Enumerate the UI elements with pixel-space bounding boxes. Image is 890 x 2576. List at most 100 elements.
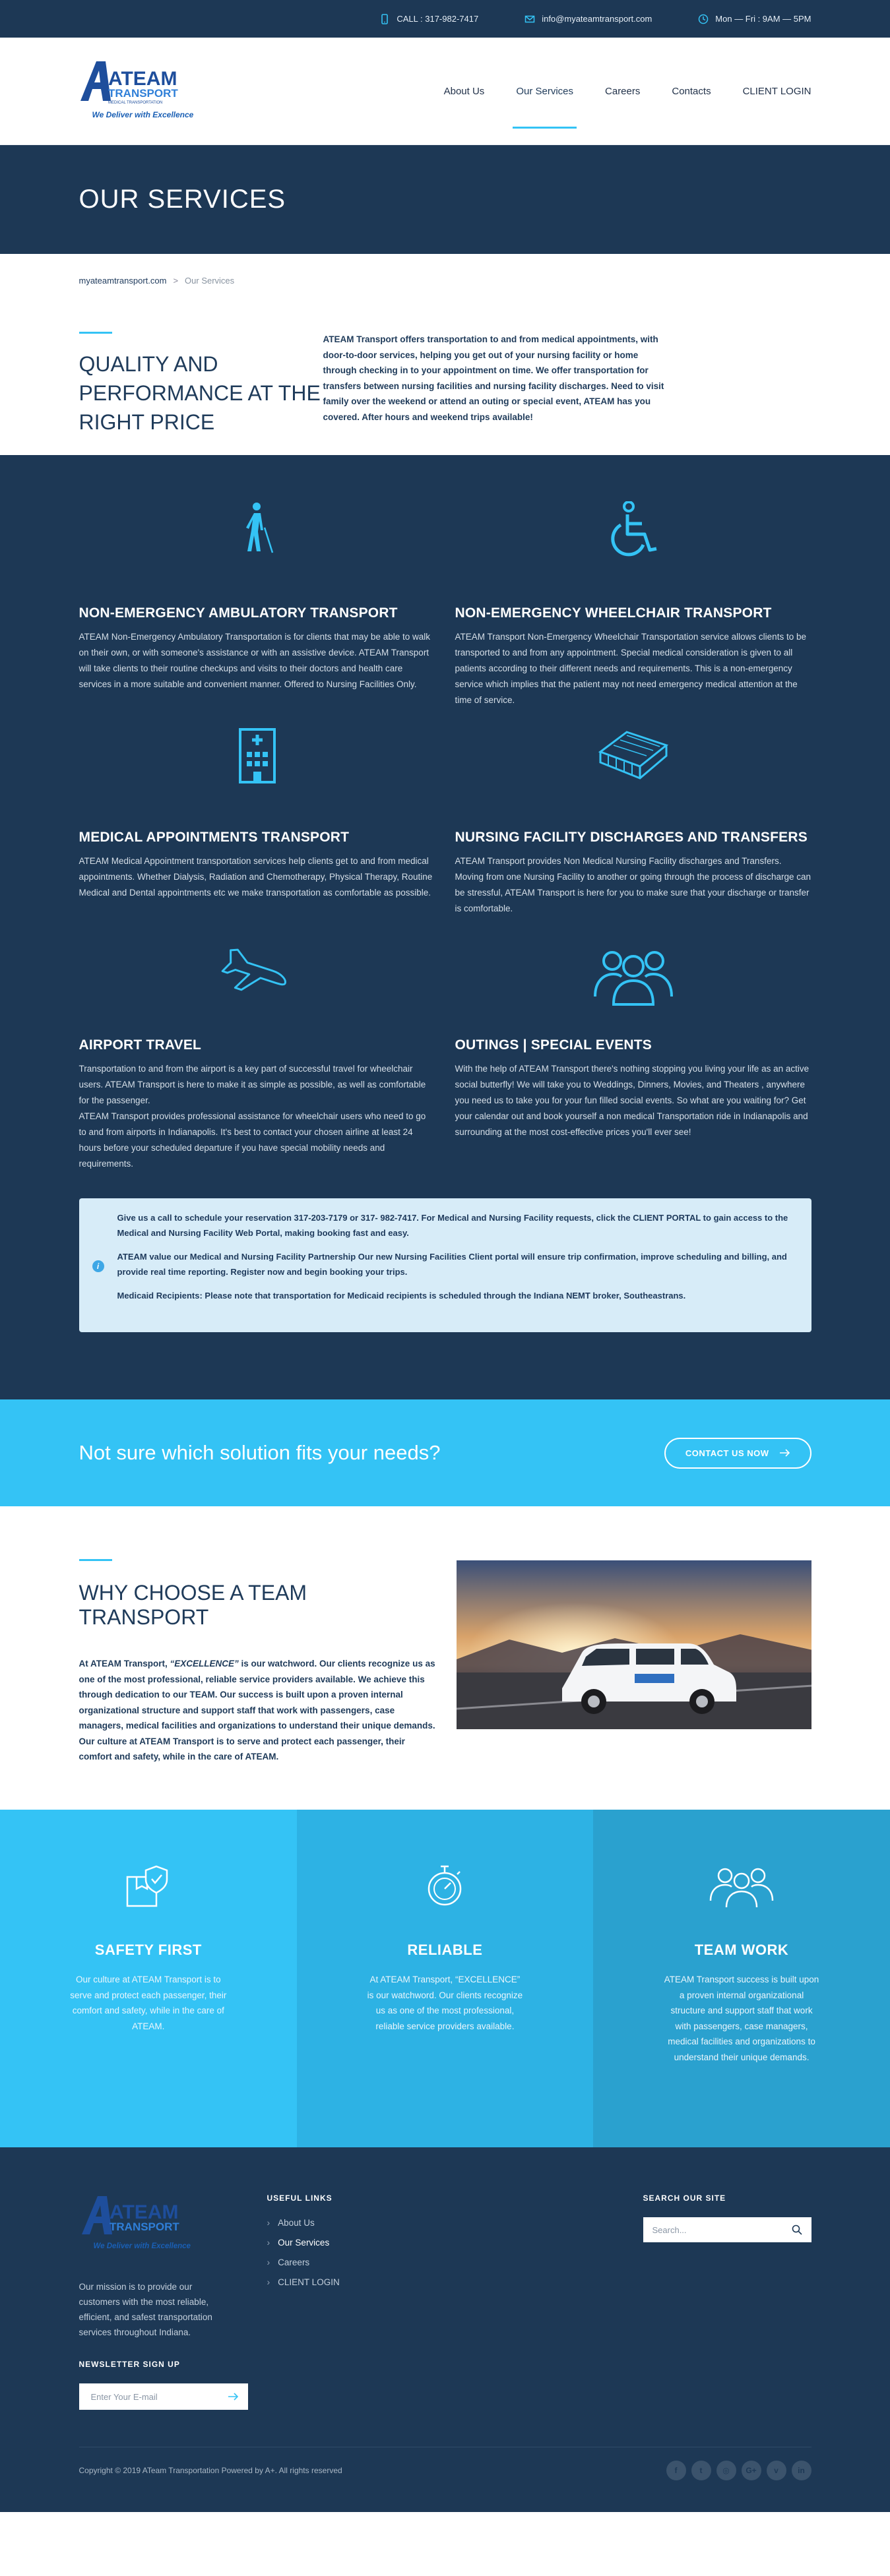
feature-text: At ATEAM Transport, “EXCELLENCE” is our … [367,1975,523,2031]
site-header: ATEAM TRANSPORT MEDICAL TRANSPORTATION W… [0,38,890,145]
why-heading: WHY CHOOSE A TEAM TRANSPORT [79,1581,307,1629]
instagram-icon[interactable]: ◎ [716,2461,736,2480]
contact-us-label: CONTACT US NOW [685,1448,769,1458]
team-icon [709,1868,774,1908]
linkedin-icon[interactable]: in [791,2461,811,2480]
footer-logo-tagline: We Deliver with Excellence [93,2242,191,2250]
site-logo[interactable]: ATEAM TRANSPORT MEDICAL TRANSPORTATION W… [79,59,194,125]
newsletter-form: Enter Your E-mail [79,2383,248,2410]
copyright-text: Copyright © 2019 ATeam Transportation Po… [79,2466,342,2475]
cta-heading: Not sure which solution fits your needs? [79,1441,441,1464]
svg-text:TRANSPORT: TRANSPORT [108,87,178,100]
van-photo [456,1560,811,1729]
chevron-right-icon: › [267,2237,270,2248]
mail-icon [524,15,535,22]
intro-section: QUALITY AND PERFORMANCE AT THE RIGHT PRI… [0,307,890,455]
why-choose-section: WHY CHOOSE A TEAM TRANSPORT At ATEAM Tra… [0,1506,890,1810]
info-notice: i Give us a call to schedule your reserv… [79,1198,811,1332]
chevron-right-icon: › [267,2277,270,2287]
useful-links-title: USEFUL LINKS [267,2193,333,2203]
top-bar: CALL : 317-982-7417 info@myateamtranspor… [0,0,890,38]
feature-text: ATEAM Transport success is built upon a … [664,1975,819,2062]
services-section: NON-EMERGENCY AMBULATORY TRANSPORT ATEAM… [0,455,890,1399]
service-text: ATEAM Non-Emergency Ambulatory Transport… [79,632,430,689]
service-title: OUTINGS | SPECIAL EVENTS [455,1037,652,1053]
feature-safety: SAFETY FIRST Our culture at ATEAM Transp… [0,1810,297,2147]
footer-mission: Our mission is to provide our customers … [79,2282,212,2337]
feature-title: SAFETY FIRST [94,1942,202,1958]
accent-line [79,1559,112,1561]
info-paragraph-reservation: Give us a call to schedule your reservat… [117,1213,788,1238]
group-icon [593,951,673,1006]
footer-logo-mark: ATEAM TRANSPORT [81,2196,179,2234]
newsletter-title: NEWSLETTER SIGN UP [79,2360,180,2369]
email-text: info@myateamtransport.com [542,14,652,24]
shield-box-icon [126,1865,168,1907]
vimeo-icon[interactable]: v [766,2461,786,2480]
phone-text: CALL : 317-982-7417 [397,14,479,24]
service-title: NURSING FACILITY DISCHARGES AND TRANSFER… [455,830,808,845]
nav-careers[interactable]: Careers [605,79,640,104]
breadcrumb: myateamtransport.com > Our Services [79,254,811,307]
chevron-right-icon: › [267,2217,270,2228]
van-image [456,1560,811,1729]
intro-heading: QUALITY AND PERFORMANCE AT THE RIGHT PRI… [79,352,321,434]
feature-reliable: RELIABLE At ATEAM Transport, “EXCELLENCE… [296,1810,594,2147]
feature-text: Our culture at ATEAM Transport is to ser… [70,1975,227,2031]
page-title-banner: OUR SERVICES [0,145,890,254]
service-text: With the help of ATEAM Transport there's… [455,1064,810,1137]
nav-about-us[interactable]: About Us [444,79,485,104]
search-icon[interactable] [792,2224,802,2235]
service-text: ATEAM Transport provides Non Medical Nur… [455,856,811,913]
service-text: ATEAM Medical Appointment transportation… [79,856,433,898]
phone-icon [381,13,389,24]
main-nav: About Us Our Services Careers Contacts C… [444,79,811,129]
service-card-wheelchair: NON-EMERGENCY WHEELCHAIR TRANSPORT ATEAM… [455,501,811,725]
nav-client-login[interactable]: CLIENT LOGIN [743,79,811,104]
facebook-icon[interactable]: f [666,2461,686,2480]
breadcrumb-home[interactable]: myateamtransport.com [79,276,167,286]
email-contact[interactable]: info@myateamtransport.com [524,14,652,24]
search-input[interactable]: Search... [652,2225,687,2235]
service-text: Transportation to and from the airport i… [79,1064,426,1169]
googleplus-icon[interactable]: G+ [741,2461,761,2480]
nav-our-services[interactable]: Our Services [513,79,577,129]
logo-mark: ATEAM TRANSPORT MEDICAL TRANSPORTATION [80,61,178,105]
footer-logo[interactable]: ATEAM TRANSPORT We Deliver with Excellen… [79,2193,205,2259]
cta-banner: Not sure which solution fits your needs?… [0,1399,890,1506]
newsletter-email-input[interactable]: Enter Your E-mail [91,2392,158,2402]
features-section: SAFETY FIRST Our culture at ATEAM Transp… [0,1810,890,2147]
service-card-medical: MEDICAL APPOINTMENTS TRANSPORT ATEAM Med… [79,725,435,946]
contact-us-button[interactable]: CONTACT US NOW [664,1437,811,1469]
why-text: At ATEAM Transport, “EXCELLENCE” is our … [79,1659,435,1762]
svg-text:TRANSPORT: TRANSPORT [110,2221,179,2233]
footer-link-services[interactable]: › Our Services [267,2237,643,2248]
info-paragraph-medicaid: Medicaid Recipients: Please note that tr… [117,1291,686,1301]
service-card-ambulatory: NON-EMERGENCY AMBULATORY TRANSPORT ATEAM… [79,501,435,725]
stopwatch-icon [428,1865,462,1906]
arrow-right-icon [779,1449,790,1457]
logo-tagline: We Deliver with Excellence [92,109,194,119]
breadcrumb-separator: > [173,275,179,286]
service-title: NON-EMERGENCY AMBULATORY TRANSPORT [79,605,398,621]
service-title: NON-EMERGENCY WHEELCHAIR TRANSPORT [455,605,772,621]
info-icon: i [92,1260,104,1272]
footer-link-client-login[interactable]: › CLIENT LOGIN [267,2277,643,2287]
search-title: SEARCH OUR SITE [643,2193,726,2203]
chevron-right-icon: › [267,2257,270,2267]
service-title: AIRPORT TRAVEL [79,1037,202,1053]
phone-contact[interactable]: CALL : 317-982-7417 [379,13,479,24]
twitter-icon[interactable]: t [691,2461,711,2480]
footer-link-about[interactable]: › About Us [267,2217,643,2228]
clock-icon [699,14,709,24]
page-title: OUR SERVICES [79,185,286,214]
hospital-building-icon [238,728,276,783]
facility-icon [598,731,668,780]
social-links: f t ◎ G+ v in [666,2461,811,2480]
newsletter-submit-icon[interactable] [228,2393,239,2401]
service-text: ATEAM Transport Non-Emergency Wheelchair… [455,632,806,705]
info-paragraph-portal: ATEAM value our Medical and Nursing Faci… [117,1252,787,1277]
accent-line [79,332,112,334]
nav-contacts[interactable]: Contacts [672,79,711,104]
footer-link-careers[interactable]: › Careers [267,2257,643,2267]
